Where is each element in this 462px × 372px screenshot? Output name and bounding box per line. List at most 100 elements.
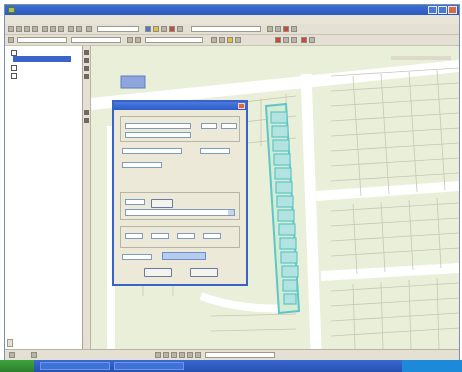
help-icon[interactable] [177, 26, 183, 32]
editor-icon[interactable] [145, 26, 151, 32]
sketch-icon[interactable] [127, 37, 133, 43]
attributes-icon[interactable] [211, 37, 217, 43]
scale-field[interactable] [97, 26, 139, 32]
dialog-field-3[interactable] [201, 123, 217, 129]
dialog-field-6[interactable] [200, 148, 230, 154]
copy-icon[interactable] [50, 26, 56, 32]
vertical-toolbar [83, 46, 91, 349]
dialog-value-4[interactable] [203, 233, 221, 239]
dialog-field-4[interactable] [221, 123, 237, 129]
add-data-icon[interactable] [86, 26, 92, 32]
standard-toolbar [5, 24, 459, 35]
text-icon[interactable] [84, 118, 89, 123]
dialog-field-7[interactable] [122, 162, 162, 168]
checkbox-icon[interactable] [11, 50, 17, 56]
rotate-icon[interactable] [219, 37, 225, 43]
delete-icon[interactable] [275, 37, 281, 43]
dialog-titlebar[interactable] [114, 102, 246, 110]
open-icon[interactable] [16, 26, 22, 32]
maximize-icon[interactable] [438, 6, 447, 14]
dialog-option-button[interactable] [151, 199, 173, 208]
dialog-value-1[interactable] [125, 233, 143, 239]
minimize-icon[interactable] [428, 6, 437, 14]
toc-icon[interactable] [153, 26, 159, 32]
dialog-value-3[interactable] [177, 233, 195, 239]
app-icon [8, 7, 15, 13]
cut-icon[interactable] [42, 26, 48, 32]
status-icon-a [9, 352, 15, 358]
target-dropdown[interactable] [71, 37, 121, 43]
dialog-group-top [120, 116, 240, 142]
identify-icon[interactable] [301, 37, 307, 43]
new-icon[interactable] [8, 26, 14, 32]
dialog-field-9[interactable] [122, 254, 152, 260]
status-field [205, 352, 275, 358]
checkbox-icon[interactable] [11, 65, 17, 71]
edit-tool-icon[interactable] [8, 37, 14, 43]
dialog-field-1[interactable] [125, 123, 191, 129]
status-icon-g [187, 352, 193, 358]
dialog-close-icon[interactable] [238, 103, 245, 109]
draw-icon[interactable] [84, 110, 89, 115]
print-icon[interactable] [32, 26, 38, 32]
parcel-dialog [112, 100, 248, 286]
dialog-highlighted-item[interactable] [162, 252, 206, 260]
window-titlebar[interactable] [5, 5, 459, 15]
editor-toolbar [5, 35, 459, 46]
system-tray [402, 360, 462, 372]
split-icon[interactable] [135, 37, 141, 43]
paste-icon[interactable] [58, 26, 64, 32]
tool-icon-c[interactable] [283, 26, 289, 32]
measure-icon[interactable] [309, 37, 315, 43]
taskbar-item[interactable] [114, 362, 184, 370]
toolbox-icon[interactable] [169, 26, 175, 32]
start-button[interactable] [0, 360, 34, 372]
info-icon[interactable] [84, 74, 89, 79]
table-of-contents [5, 46, 83, 349]
task-dropdown[interactable] [17, 37, 67, 43]
redo-icon[interactable] [76, 26, 82, 32]
select-icon[interactable] [84, 66, 89, 71]
dialog-combo[interactable] [125, 209, 235, 216]
tool-icon-d[interactable] [291, 26, 297, 32]
status-icon-h [195, 352, 201, 358]
tool-icon-a[interactable] [267, 26, 273, 32]
taskbar-item[interactable] [40, 362, 110, 370]
toc-display-tab[interactable] [7, 339, 13, 347]
pan-icon[interactable] [84, 50, 89, 55]
undo-icon[interactable] [68, 26, 74, 32]
layer-dropdown[interactable] [145, 37, 203, 43]
zoom-icon[interactable] [84, 58, 89, 63]
status-icon-b [31, 352, 37, 358]
status-bar [5, 349, 459, 360]
status-icon-c [155, 352, 161, 358]
toc-layer-row[interactable] [11, 73, 19, 79]
catalog-icon[interactable] [161, 26, 167, 32]
toolbar-dropdown[interactable] [191, 26, 261, 32]
taskbar [0, 360, 462, 372]
selected-layer-highlight [13, 56, 71, 62]
dialog-group-values [120, 226, 240, 248]
map-label-box [120, 75, 146, 89]
snap-icon[interactable] [227, 37, 233, 43]
cancel-button[interactable] [190, 268, 218, 277]
close-icon[interactable] [448, 6, 457, 14]
ok-button[interactable] [144, 268, 172, 277]
toc-layer-row[interactable] [11, 65, 19, 71]
status-icon-e [171, 352, 177, 358]
zoom-in-icon[interactable] [283, 37, 289, 43]
tool-icon-b[interactable] [275, 26, 281, 32]
dialog-value-2[interactable] [151, 233, 169, 239]
chevron-down-icon[interactable] [228, 210, 234, 215]
dialog-field-5[interactable] [122, 148, 182, 154]
toc-layer-row[interactable] [11, 50, 19, 56]
dialog-field-8[interactable] [125, 199, 145, 205]
save-icon[interactable] [24, 26, 30, 32]
checkbox-icon[interactable] [11, 73, 17, 79]
dialog-group-middle [120, 192, 240, 220]
status-icon-d [163, 352, 169, 358]
sketch-props-icon[interactable] [235, 37, 241, 43]
zoom-out-icon[interactable] [291, 37, 297, 43]
dialog-field-2[interactable] [125, 132, 191, 138]
map-scale-indicator [391, 56, 451, 60]
